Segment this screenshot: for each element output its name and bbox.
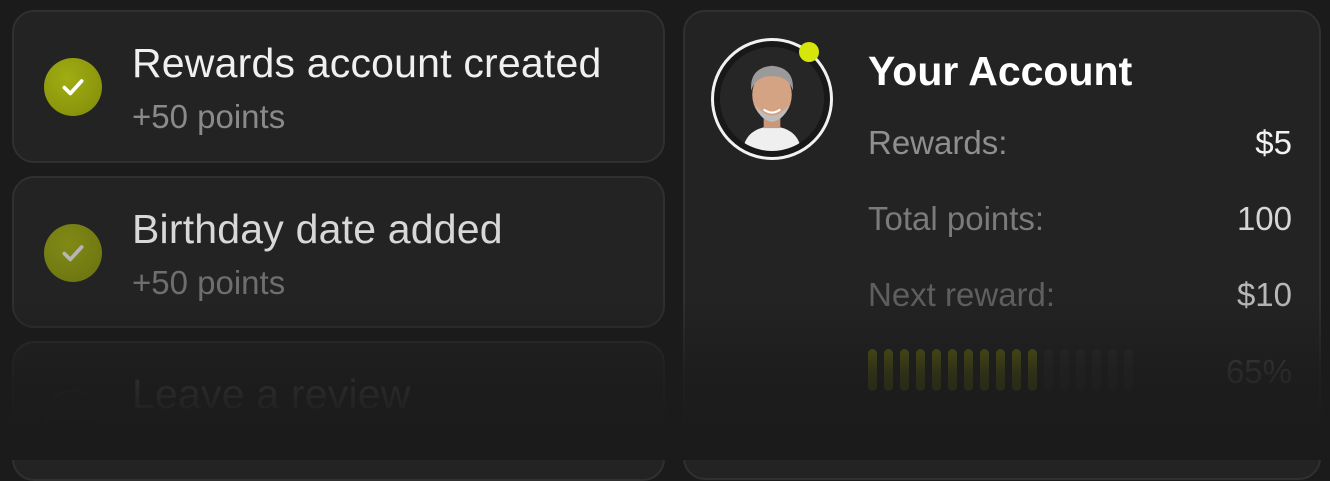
account-card: Your Account Rewards: $5 Total points: 1… [683,10,1321,480]
task-title: Leave a review [132,371,411,417]
user-avatar-photo [720,47,824,151]
progress-segment [996,349,1005,391]
progress-segment [1044,349,1053,391]
progress-segment [964,349,973,391]
progress-segment [916,349,925,391]
rewards-value: $5 [1255,124,1292,161]
progress-segment [948,349,957,391]
progress-segment [1060,349,1069,391]
progress-segment [932,349,941,391]
task-card-birthday[interactable]: Birthday date added +50 points [12,176,665,328]
total-points-label: Total points: [868,200,1045,237]
task-points: +50 points [132,98,286,135]
progress-segment [1012,349,1021,391]
account-title: Your Account [868,48,1133,94]
reward-progress-bar: 65% [868,349,1292,391]
task-title: Birthday date added [132,206,503,252]
task-points: +50 points [132,264,286,301]
progress-segment [1108,349,1117,391]
progress-segment [1028,349,1037,391]
progress-segment [884,349,893,391]
check-icon [44,224,102,282]
task-card-rewards-account[interactable]: Rewards account created +50 points [12,10,665,163]
check-icon [44,58,102,116]
task-card-review[interactable]: Leave a review [12,341,665,481]
progress-segment [1124,349,1133,391]
empty-circle-icon [44,389,102,447]
total-points-value: 100 [1236,200,1292,237]
progress-segment [980,349,989,391]
rewards-label: Rewards: [868,124,1008,161]
next-reward-label: Next reward: [868,276,1056,313]
progress-percent: 65% [1225,353,1292,390]
progress-segments [868,349,1133,391]
progress-segment [1076,349,1085,391]
progress-segment [1092,349,1101,391]
next-reward-value: $10 [1236,276,1292,313]
progress-segment [900,349,909,391]
task-title: Rewards account created [132,40,602,86]
online-status-dot [799,42,819,62]
progress-segment [868,349,877,391]
